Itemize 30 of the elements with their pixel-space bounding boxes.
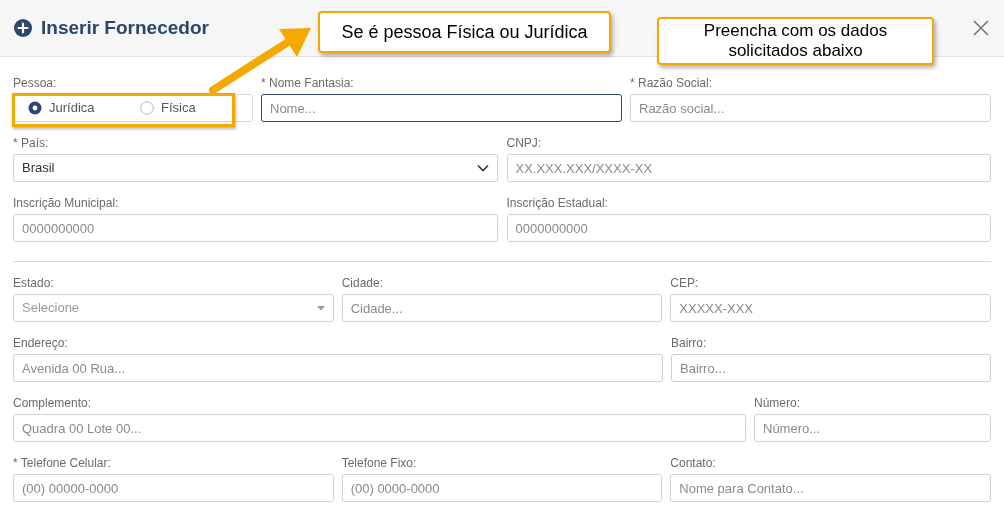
input-field[interactable]: Nome... — [261, 94, 622, 122]
field-label: Estado: — [13, 275, 55, 292]
close-button[interactable] — [972, 19, 990, 37]
field-label: * País: — [13, 135, 50, 152]
dropdown-field[interactable]: Brasil — [13, 154, 498, 182]
field-label: Inscrição Municipal: — [13, 195, 120, 212]
callout-box: Se é pessoa Física ou Jurídica — [318, 11, 611, 53]
dialog-title: Inserir Fornecedor — [41, 15, 209, 40]
field-label: Inscrição Estadual: — [506, 195, 609, 212]
field-label: * Razão Social: — [630, 75, 714, 92]
chevron-down-icon — [476, 164, 489, 172]
field-label: Endereço: — [13, 335, 69, 352]
plus-circle-icon — [13, 18, 33, 38]
field-label: Pessoa: — [13, 75, 58, 92]
caret-icon — [316, 305, 325, 311]
field-label: Cidade: — [341, 275, 385, 292]
field-label: Bairro: — [671, 335, 708, 352]
field-label: CEP: — [670, 275, 700, 292]
field-label: * Nome Fantasia: — [261, 75, 355, 92]
field-label: Telefone Fixo: — [341, 455, 418, 472]
radio-icon — [140, 101, 154, 115]
field-label: Complemento: — [13, 395, 93, 412]
field-label: CNPJ: — [506, 135, 543, 152]
radio-option[interactable]: Física — [140, 98, 252, 118]
field-label: Contato: — [670, 455, 717, 472]
callout-box: Preencha com os dados solicitados abaixo — [657, 17, 934, 65]
field-label: * Telefone Celular: — [13, 455, 112, 472]
radio-option[interactable]: Jurídica — [28, 98, 140, 118]
radio-icon — [28, 101, 42, 115]
field-label: Número: — [754, 395, 801, 412]
